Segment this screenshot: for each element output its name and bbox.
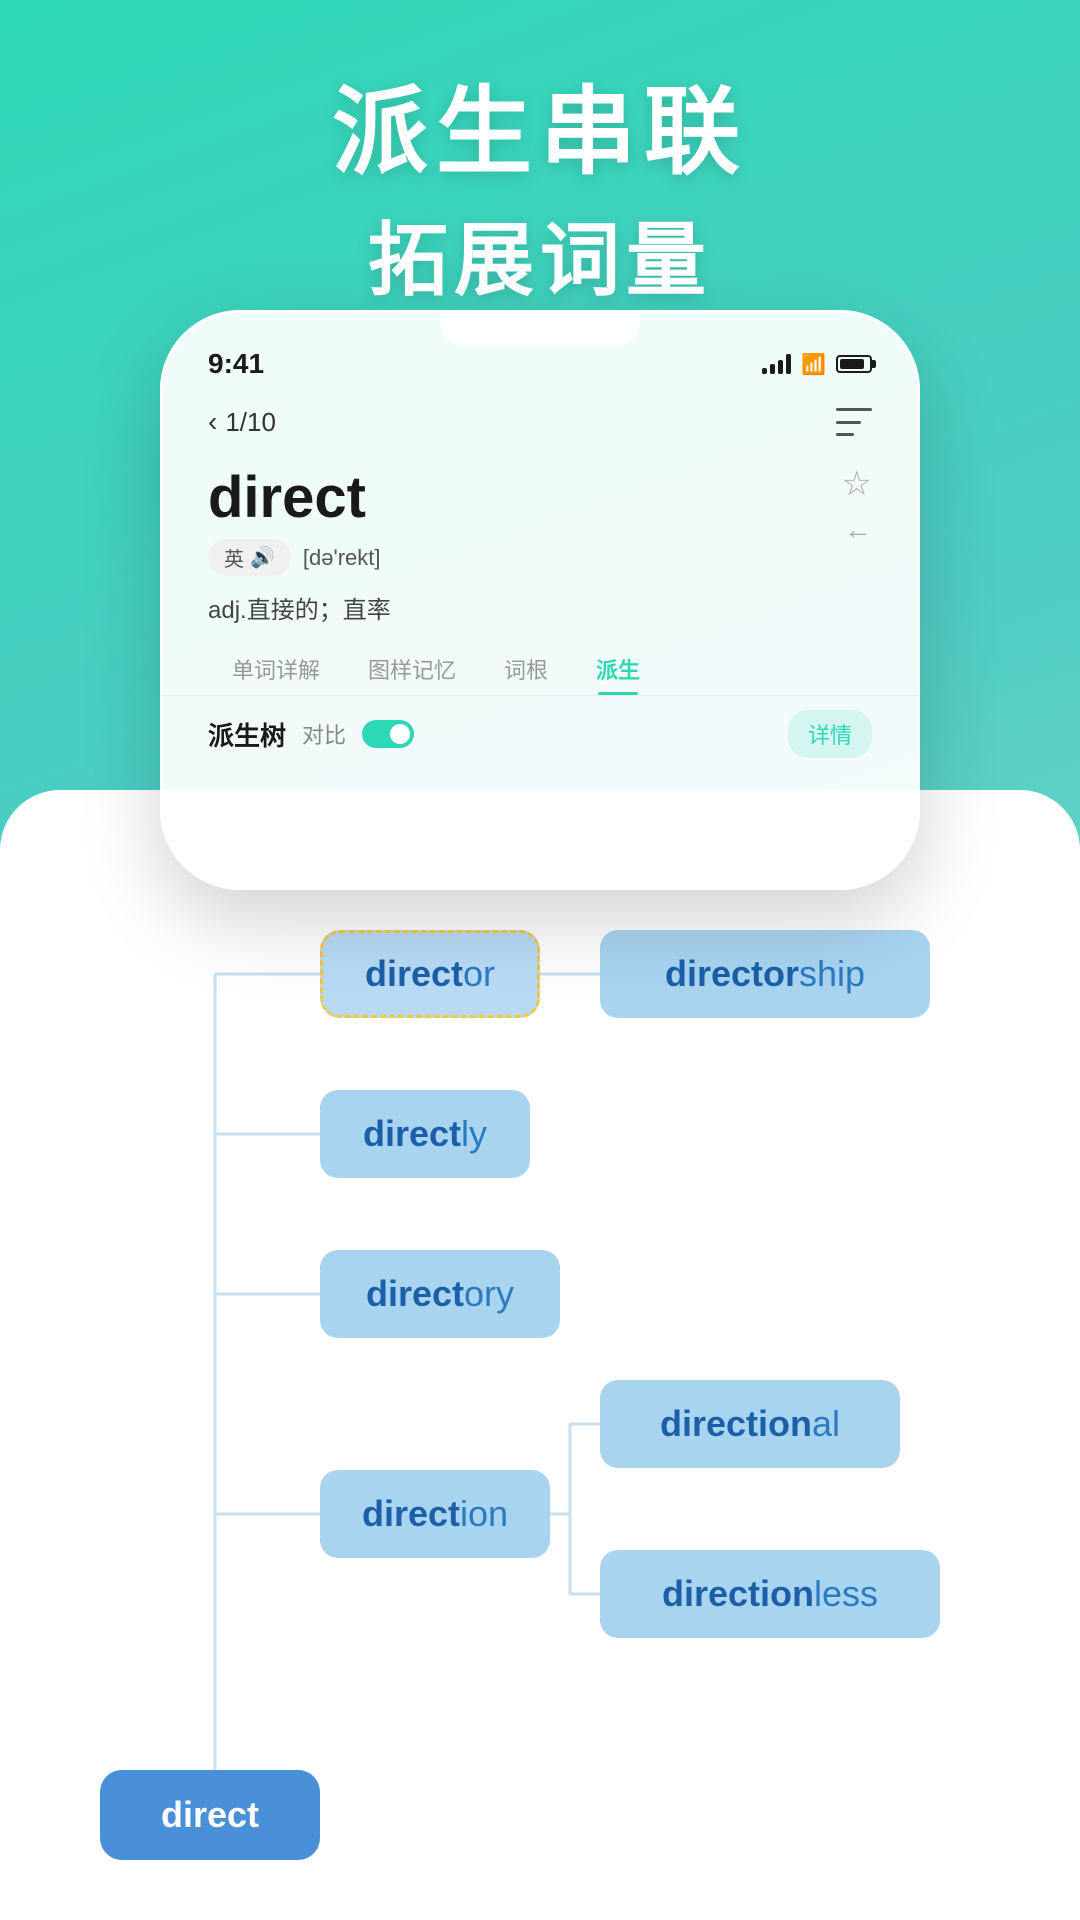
header-line1: 派生串联 <box>0 80 1080 186</box>
word-title: direct <box>208 464 872 531</box>
filter-line-3 <box>836 433 854 436</box>
word-tree-card: direct director directorship directly di… <box>0 790 1080 1920</box>
node-director[interactable]: director <box>320 930 540 1018</box>
node-direct[interactable]: direct <box>100 1770 320 1860</box>
sound-icon: 🔊 <box>250 545 275 570</box>
paisheng-title: 派生树 <box>208 716 286 753</box>
word-section: direct ☆ ← 英 🔊 [də'rekt] adj.直接的；直率 <box>160 454 920 625</box>
nav-bar: ‹ 1/10 <box>160 390 920 454</box>
tabs-bar: 单词详解 图样记忆 词根 派生 <box>160 643 920 696</box>
star-icon[interactable]: ☆ <box>842 464 872 504</box>
paisheng-row: 派生树 对比 详情 <box>160 696 920 772</box>
duibi-label: 对比 <box>302 718 346 750</box>
compare-toggle[interactable] <box>362 720 414 748</box>
node-direction[interactable]: direction <box>320 1470 550 1558</box>
tab-word-detail[interactable]: 单词详解 <box>208 643 344 695</box>
node-directly-label: directly <box>363 1113 487 1155</box>
filter-line-2 <box>836 421 861 424</box>
node-directional-label: directional <box>660 1403 840 1445</box>
signal-icon <box>762 354 791 374</box>
node-directionless[interactable]: directionless <box>600 1550 940 1638</box>
tab-root[interactable]: 词根 <box>480 643 572 695</box>
node-direction-label: direction <box>362 1493 508 1535</box>
wifi-icon: 📶 <box>801 352 826 377</box>
tab-image-memory[interactable]: 图样记忆 <box>344 643 480 695</box>
node-directionless-label: directionless <box>662 1573 878 1615</box>
lang-label: 英 <box>224 543 244 572</box>
pronunciation-row: 英 🔊 [də'rekt] <box>208 539 872 576</box>
node-directorship[interactable]: directorship <box>600 930 930 1018</box>
node-directory-label: directory <box>366 1273 514 1315</box>
phonetic: [də'rekt] <box>303 545 381 571</box>
battery-icon <box>836 355 872 373</box>
signal-bar-2 <box>770 364 775 374</box>
back-arrow-icon[interactable]: ← <box>844 514 872 546</box>
chevron-left-icon: ‹ <box>208 406 217 438</box>
status-icons: 📶 <box>762 352 872 377</box>
node-direct-label: direct <box>161 1794 259 1836</box>
tree-diagram: direct director directorship directly di… <box>60 850 1020 1900</box>
node-directional[interactable]: directional <box>600 1380 900 1468</box>
node-directory[interactable]: directory <box>320 1250 560 1338</box>
filter-line-1 <box>836 408 872 411</box>
detail-button[interactable]: 详情 <box>788 710 872 758</box>
node-directly[interactable]: directly <box>320 1090 530 1178</box>
node-directorship-label: directorship <box>665 953 865 995</box>
back-nav[interactable]: ‹ 1/10 <box>208 406 276 438</box>
header-line2: 拓展词量 <box>0 196 1080 312</box>
signal-bar-4 <box>786 354 791 374</box>
tab-derivative[interactable]: 派生 <box>572 643 664 695</box>
filter-icon[interactable] <box>836 408 872 436</box>
node-director-label: director <box>365 953 495 995</box>
signal-bar-1 <box>762 368 767 374</box>
word-definition: adj.直接的；直率 <box>208 590 872 625</box>
page-counter: 1/10 <box>225 407 276 438</box>
phone-notch <box>440 310 640 346</box>
clock: 9:41 <box>208 348 264 380</box>
lang-badge[interactable]: 英 🔊 <box>208 539 291 576</box>
phone-frame: 9:41 📶 ‹ 1/10 direct ☆ ← <box>160 310 920 890</box>
signal-bar-3 <box>778 360 783 374</box>
